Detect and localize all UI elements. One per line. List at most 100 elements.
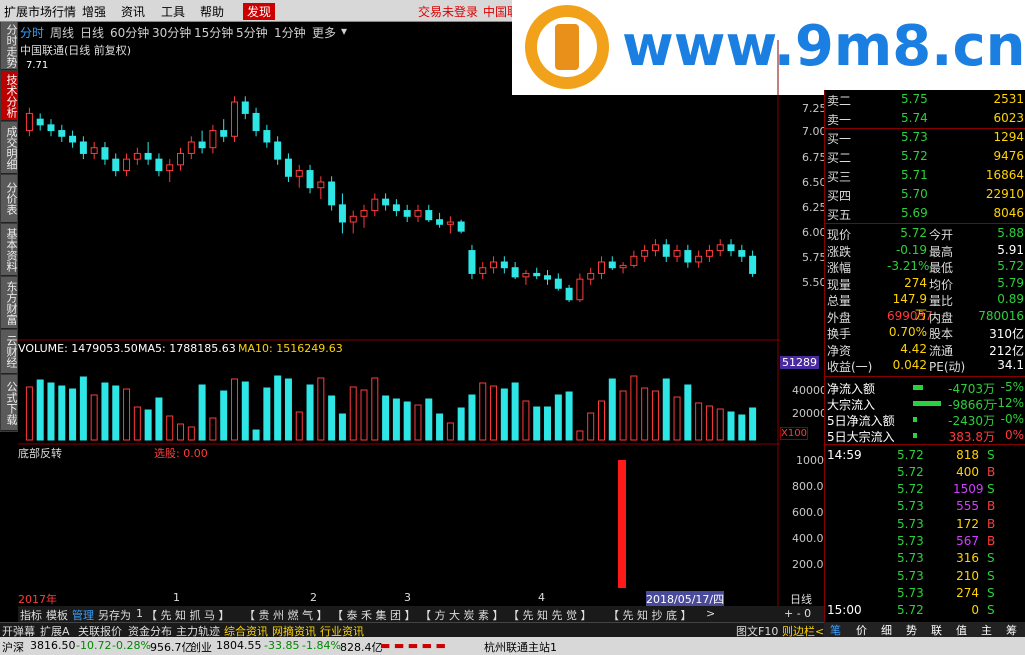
volume-badge: 51289 <box>780 356 819 369</box>
quote-value: 5.72 <box>997 259 1024 273</box>
level-label: 买二 <box>827 151 852 165</box>
menu-market[interactable]: 扩展市场行情 <box>4 3 76 20</box>
period-tab[interactable]: 5分钟 <box>236 24 268 41</box>
candle-body <box>695 255 703 263</box>
tab-technical[interactable]: 技术分析 <box>1 71 18 121</box>
volume-bar <box>317 377 325 441</box>
formula-tab[interactable]: 【 先 知 抄 底 】 <box>608 607 691 623</box>
formula-tab[interactable]: 【 先 知 先 觉 】 <box>508 607 591 623</box>
axis-tick: 600.0 <box>792 506 824 519</box>
tick-price: 5.72 <box>897 603 924 618</box>
tab-num[interactable]: 1 <box>136 607 143 620</box>
volume-bar <box>198 384 206 441</box>
flow-bar <box>913 432 917 438</box>
volume-bar <box>328 395 336 441</box>
formula-tab[interactable]: 【 贵 州 燃 气 】 <box>244 607 327 623</box>
tab-trend[interactable]: 势 <box>906 622 917 638</box>
period-tab[interactable]: 1分钟 <box>274 24 306 41</box>
tab-price[interactable]: 价 <box>856 622 867 638</box>
sh-index: 3816.50 <box>30 639 76 652</box>
formula-tab[interactable]: 【 方 大 炭 素 】 <box>420 607 503 623</box>
tab-chips[interactable]: 筹 <box>1006 622 1017 638</box>
tick-row: 5.73 210 S <box>825 567 1025 586</box>
tab-template[interactable]: 模板 <box>46 607 68 623</box>
chevron-right-icon[interactable]: > <box>706 607 715 620</box>
period-tab[interactable]: 60分钟 <box>110 24 149 41</box>
quote-value: 4.42 <box>900 341 927 356</box>
tab-tick[interactable]: 笔 <box>830 622 841 638</box>
volume-bar <box>166 415 174 441</box>
volume-bar <box>360 389 368 441</box>
period-tab[interactable]: 分时 <box>20 24 44 41</box>
candle-body <box>414 210 422 217</box>
tab-trades[interactable]: 成交明细 <box>1 122 18 174</box>
level-volume: 16864 <box>985 168 1024 182</box>
volume-bar <box>101 382 109 441</box>
orderbook-row: 买四 5.70 22910 <box>825 185 1025 204</box>
candle-body <box>565 287 573 301</box>
trade-login-status[interactable]: 交易未登录 <box>418 3 478 20</box>
formula-tab[interactable]: 【 先 知 抓 马 】 <box>146 607 229 623</box>
flow-value: 383.8万 <box>948 429 995 444</box>
candle-body <box>360 210 368 217</box>
period-tab[interactable]: 更多 <box>312 24 336 41</box>
tab-eastmoney[interactable]: 东方财富 <box>1 277 18 329</box>
tab-main[interactable]: 主 <box>981 622 992 638</box>
candle-body <box>220 130 228 137</box>
orderbook-row: 买三 5.71 16864 <box>825 166 1025 185</box>
axis-tick: 800.0 <box>792 480 824 493</box>
tab-indicator[interactable]: 指标 <box>20 607 42 623</box>
quote-value: 699037 <box>887 308 933 323</box>
zoom-controls[interactable]: + - 0 <box>784 607 811 620</box>
period-tab[interactable]: 日线 <box>80 24 104 41</box>
period-tab[interactable]: 15分钟 <box>194 24 233 41</box>
tab-manage[interactable]: 管理 <box>72 607 94 623</box>
candle-body <box>177 152 185 166</box>
candle-body <box>198 141 206 149</box>
tab-link[interactable]: 联 <box>931 622 942 638</box>
chart-area[interactable]: 中国联通(日线 前复权) 7.71 VOLUME: 1479053.50 MA5… <box>18 40 780 607</box>
period-tab[interactable]: 30分钟 <box>152 24 191 41</box>
volume-bar <box>705 405 713 441</box>
candle-body <box>651 244 659 252</box>
tab-formula[interactable]: 公式下载 <box>1 375 18 431</box>
menu-discover[interactable]: 发现 <box>243 3 276 20</box>
menu-help[interactable]: 帮助 <box>200 3 224 20</box>
tab-detail[interactable]: 细 <box>881 622 892 638</box>
tab-save-as[interactable]: 另存为 <box>98 607 131 623</box>
volume-bar <box>209 417 217 441</box>
menu-news[interactable]: 资讯 <box>121 3 145 20</box>
tick-volume: 172 <box>956 516 979 531</box>
menu-tools[interactable]: 工具 <box>161 3 185 20</box>
tab-value[interactable]: 值 <box>956 622 967 638</box>
candle-body <box>317 181 325 189</box>
tab-price-table[interactable]: 分价表 <box>1 175 18 223</box>
more-chevron-icon[interactable]: ▾ <box>341 24 347 38</box>
tick-volume: 818 <box>956 447 979 462</box>
signal-bar <box>618 460 626 588</box>
period-tab[interactable]: 周线 <box>50 24 74 41</box>
quote-value: 0.89 <box>997 292 1024 306</box>
menu-enhance[interactable]: 增强 <box>82 3 106 20</box>
tick-price: 5.73 <box>897 568 924 583</box>
formula-tab[interactable]: 【 泰 禾 集 团 】 <box>332 607 415 623</box>
volume-bar <box>263 387 271 441</box>
quote-value: 0.042 <box>892 358 927 372</box>
quote-value: 5.72 <box>900 226 927 240</box>
candle-body <box>597 261 605 274</box>
orderbook-row: 买五 5.69 8046 <box>825 204 1025 223</box>
kline-chart[interactable] <box>18 40 780 606</box>
tab-cloud[interactable]: 云财经 <box>1 330 18 374</box>
tab-intraday[interactable]: 分时走势 <box>1 22 18 70</box>
candle-body <box>436 219 444 225</box>
level-label: 买四 <box>827 189 852 203</box>
level-price: 5.73 <box>901 130 928 144</box>
candle-body <box>522 272 530 278</box>
volume-bar <box>544 406 552 441</box>
stock-title: 中国联通(日线 前复权) <box>20 44 132 57</box>
candle-body <box>608 261 616 269</box>
volume-bar <box>338 413 346 441</box>
level-label: 卖一 <box>827 113 852 127</box>
quote-value: 0.70% <box>888 325 927 339</box>
tab-fundamentals[interactable]: 基本资料 <box>1 224 18 276</box>
